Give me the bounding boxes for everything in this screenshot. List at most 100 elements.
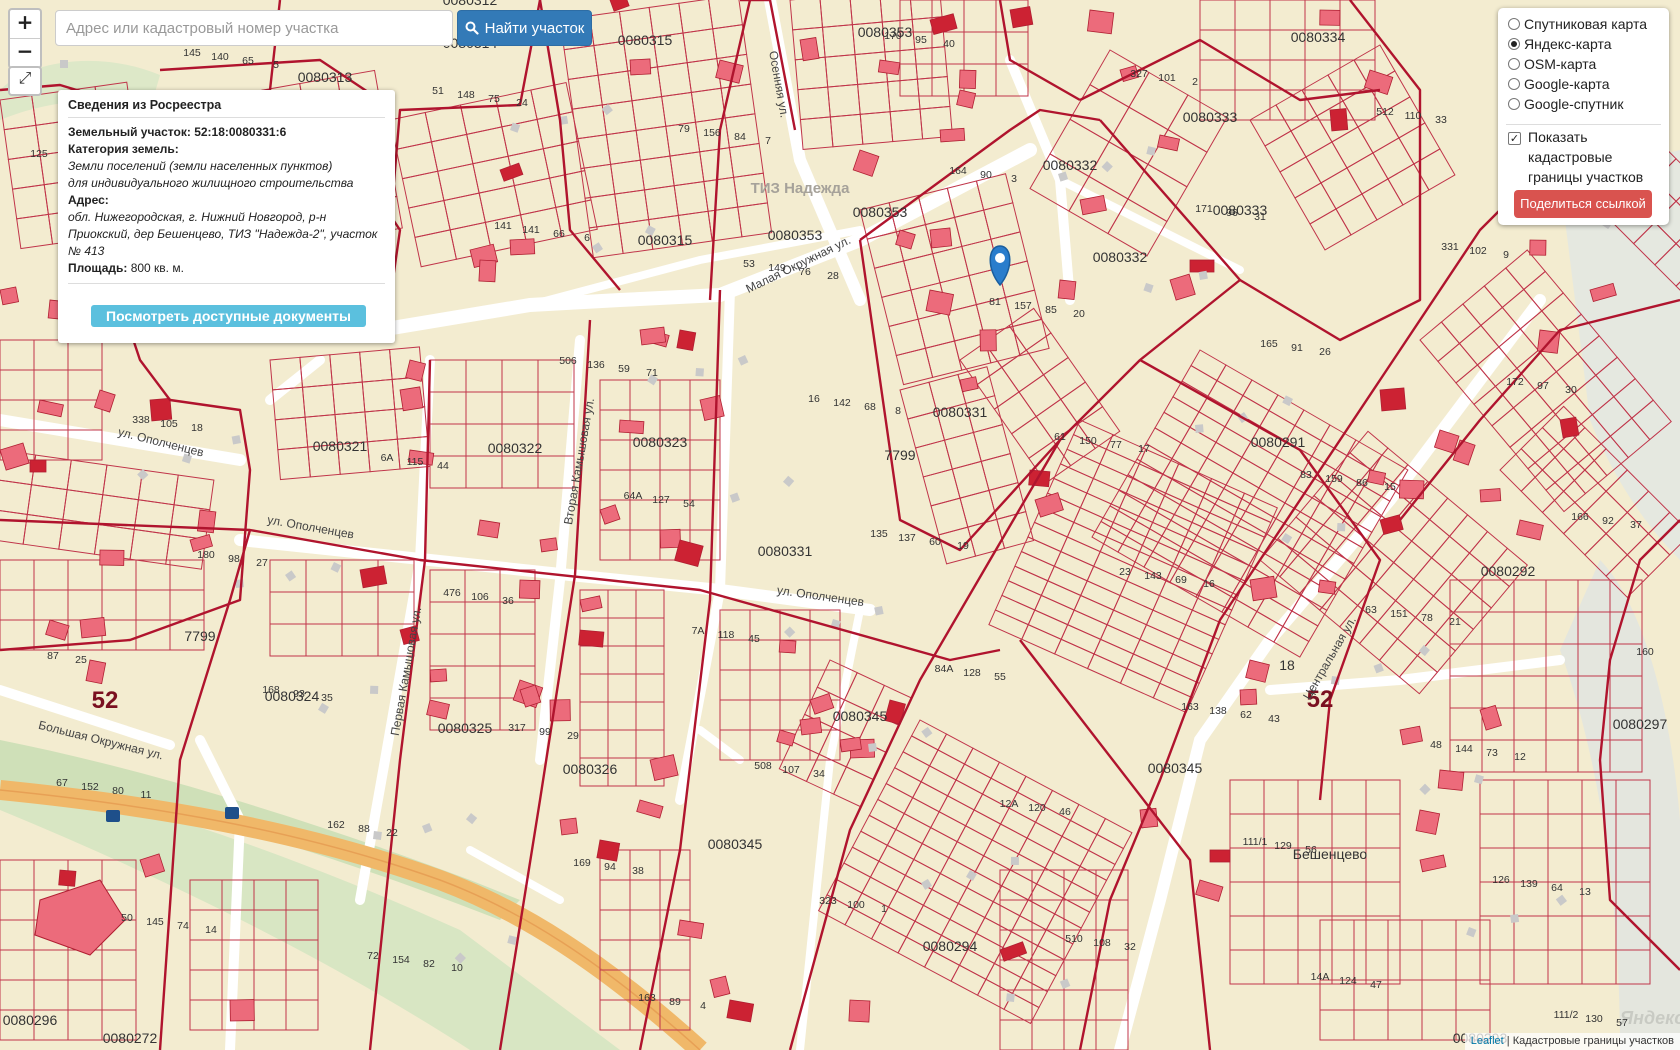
zoom-in-button[interactable]: + [10, 10, 40, 38]
area-label: 0080291 [1251, 434, 1306, 450]
plot-number: 56 [1305, 844, 1317, 856]
plot-number: 19 [957, 540, 969, 552]
category-label: Категория земель: [68, 142, 179, 156]
plot-number: 10 [451, 962, 463, 974]
search-input[interactable] [55, 10, 453, 46]
plot-number: 73 [1486, 747, 1498, 759]
plot-number: 33 [1435, 114, 1447, 126]
radio-icon[interactable] [1508, 38, 1520, 50]
area-label: 0080312 [443, 0, 498, 8]
plot-number: 323 [819, 895, 837, 907]
plot-number: 143 [1144, 570, 1162, 582]
attribution-separator: | [1503, 1035, 1513, 1047]
plot-number: 28 [827, 270, 839, 282]
info-title: Сведения из Росреестра [68, 98, 222, 112]
area-row: Площадь: 800 кв. м. [68, 260, 385, 277]
location-marker-icon [989, 245, 1011, 287]
plot-number: 128 [963, 667, 981, 679]
plot-number: 140 [211, 51, 229, 63]
plot-number: 5 [273, 59, 279, 71]
plot-number: 35 [321, 692, 333, 704]
plot-number: 95 [915, 34, 927, 46]
view-documents-button[interactable]: Посмотреть доступные документы [91, 305, 366, 327]
radio-icon[interactable] [1508, 78, 1520, 90]
plot-number: 18 [191, 422, 203, 434]
plot-number: 106 [471, 591, 489, 603]
layer-label: Спутниковая карта [1524, 16, 1647, 32]
layer-option-google[interactable]: Google-карта [1508, 74, 1610, 94]
show-boundaries-checkbox[interactable]: ✓ [1508, 132, 1521, 145]
plot-number: 331 [1441, 241, 1459, 253]
plot-number: 94 [604, 861, 616, 873]
layer-option-yandex[interactable]: Яндекс-карта [1508, 34, 1611, 54]
plot-number: 3 [1011, 173, 1017, 185]
plot-number: 476 [443, 587, 461, 599]
layer-option-osm[interactable]: OSM-карта [1508, 54, 1596, 74]
area-label: 0080292 [1481, 563, 1536, 579]
plot-number: 83 [1300, 469, 1312, 481]
area-label: 0080272 [103, 1030, 158, 1046]
plot-number: 48 [1430, 739, 1442, 751]
share-link-button[interactable]: Поделиться ссылкой [1514, 190, 1652, 218]
plot-number: 166 [1571, 511, 1589, 523]
plot-number: 145 [146, 916, 164, 928]
plot-number: 25 [75, 654, 87, 666]
leaflet-link[interactable]: Leaflet [1471, 1035, 1504, 1047]
area-label: 0080297 [1613, 716, 1668, 732]
plot-number: 72 [367, 950, 379, 962]
plot-number: 78 [1421, 612, 1433, 624]
layer-option-satellite[interactable]: Спутниковая карта [1508, 14, 1647, 34]
plot-number: 24 [516, 97, 528, 109]
rosreestr-info-panel: Сведения из Росреестра Земельный участок… [58, 90, 395, 343]
plot-number: 75 [488, 93, 500, 105]
plot-number: 74 [177, 920, 189, 932]
plot-number: 152 [81, 781, 99, 793]
find-parcel-button[interactable]: Найти участок [457, 10, 592, 46]
layer-label: Google-спутник [1524, 96, 1624, 112]
zoom-out-button[interactable]: − [10, 38, 40, 67]
plot-number: 17 [1138, 443, 1150, 455]
plot-number: 34 [813, 768, 825, 780]
radio-icon[interactable] [1508, 58, 1520, 70]
plot-number: 64А [624, 490, 643, 502]
yandex-watermark: Яндекс [1620, 1008, 1680, 1028]
plot-number: 31 [1254, 211, 1266, 223]
plot-number: 93 [293, 688, 305, 700]
plot-number: 14 [205, 924, 217, 936]
plot-number: 29 [567, 730, 579, 742]
plot-number: 120 [1028, 802, 1046, 814]
plot-number: 160 [1636, 646, 1654, 658]
plot-number: 7А [692, 625, 705, 637]
area-label: 7799 [884, 447, 915, 463]
area-label: 7799 [184, 628, 215, 644]
attribution: Leaflet | Кадастровые границы участков [1464, 1033, 1680, 1050]
plot-number: 81 [989, 296, 1001, 308]
area-label: 0080334 [1291, 29, 1346, 45]
plot-number: 2 [1192, 76, 1198, 88]
plot-number: 65 [242, 55, 254, 67]
plot-number: 6А [381, 452, 394, 464]
plot-number: 21 [1449, 616, 1461, 628]
fullscreen-button[interactable]: ⤢ [8, 66, 42, 96]
show-boundaries-label[interactable]: Показать кадастровые границы участков [1528, 127, 1658, 187]
plot-number: 15 [1384, 481, 1396, 493]
plot-number: 327 [1130, 68, 1148, 80]
plot-number: 139 [1520, 878, 1538, 890]
area-label: ТИЗ Надежда [751, 180, 851, 197]
radio-icon[interactable] [1508, 18, 1520, 30]
find-parcel-label: Найти участок [484, 19, 585, 37]
plot-number: 7 [765, 135, 771, 147]
plot-number: 101 [1158, 72, 1176, 84]
radio-icon[interactable] [1508, 98, 1520, 110]
parcel-number[interactable]: 52:18:0080331:6 [194, 125, 286, 139]
plot-number: 136 [587, 359, 605, 371]
plot-number: 63 [1365, 604, 1377, 616]
area-label: 0080345 [1148, 760, 1203, 776]
plot-number: 4 [700, 1000, 706, 1012]
plot-number: 163 [638, 992, 656, 1004]
area-label: 0080296 [3, 1012, 58, 1028]
plot-number: 50 [121, 912, 133, 924]
plot-number: 23 [1119, 566, 1131, 578]
area-label: 52 [92, 687, 119, 714]
layer-option-google-satellite[interactable]: Google-спутник [1508, 94, 1623, 114]
